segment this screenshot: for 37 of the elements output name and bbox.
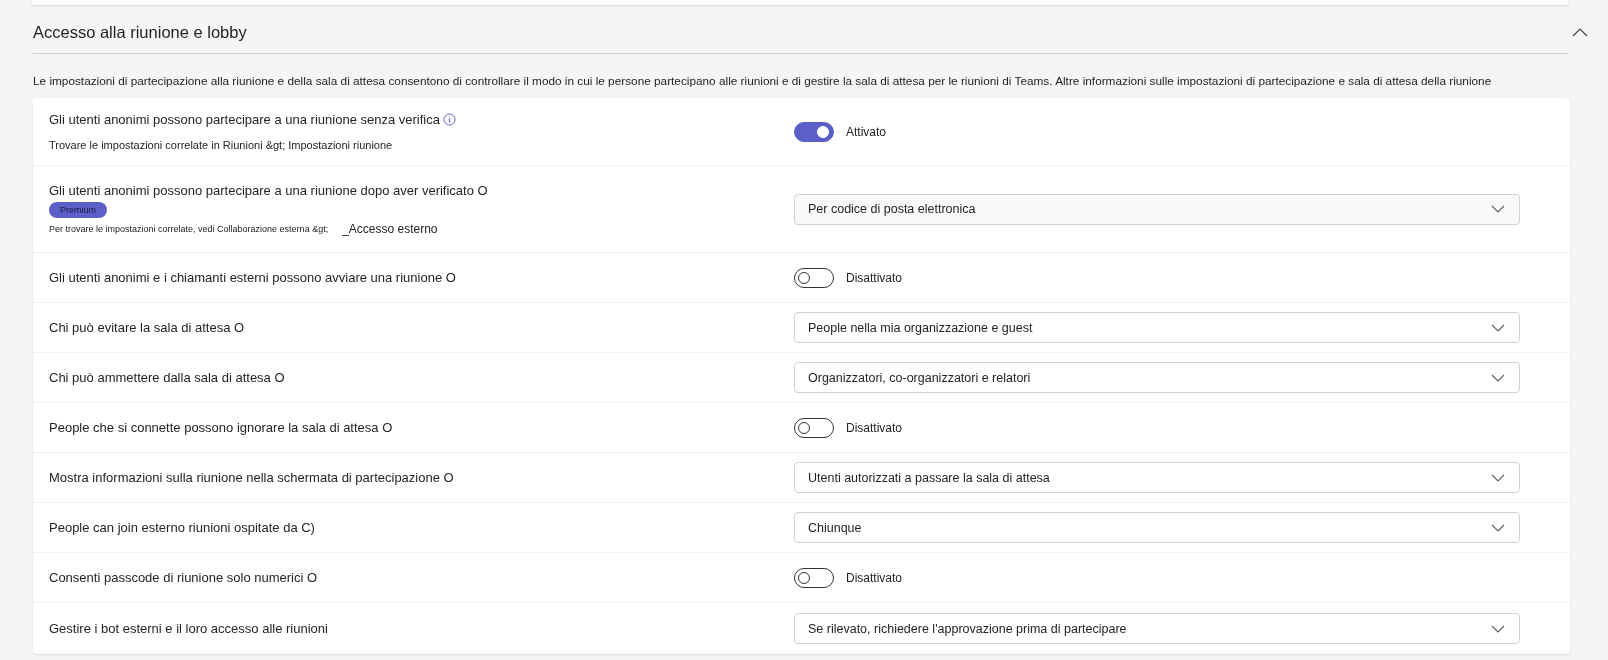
chevron-down-icon [1491,473,1505,482]
setting-label: Gli utenti anonimi possono partecipare a una riunione dopo aver verificato O [49,182,488,198]
related-settings-text: Trovare le impostazioni correlate in Riunioni &gt; Impostazioni riunione [49,139,394,151]
toggle-state: Disattivato [846,270,903,285]
chevron-down-icon [1491,624,1505,633]
setting-label: People che si connette possono ignorare la sala di attesa O [49,420,393,435]
related-settings-link[interactable]: _Accesso esterno [342,221,438,236]
setting-label: Consenti passcode di riunione solo numerici O [49,570,318,585]
setting-label: Chi può ammettere dalla sala di attesa O [49,370,285,385]
dropdown[interactable]: Se rilevato, richiedere l'approvazione prima di partecipare [794,613,1520,644]
info-icon[interactable] [442,113,456,126]
section-description: Le impostazioni di partecipazione alla riunione e della sala di attesa consentono di controllare il modo in cui le persone partecipano alle riunioni e di gestire la sala di attesa per le riunioni di Teams. Altre informazioni sulle impostazioni di partecipazione e sala di attesa della riunione [33,74,1493,88]
dropdown[interactable]: Organizzatori, co-organizzatori e relatori [794,362,1520,393]
toggle-state: Attivato [846,124,887,139]
dropdown[interactable]: Chiunque [794,512,1520,543]
dropdown[interactable]: Per codice di posta elettronica [794,193,1520,225]
dropdown[interactable]: People nella mia organizzazione e guest [794,312,1520,343]
related-settings-text: Per trovare le impostazioni correlate, vedi Collaborazione esterna &gt; [49,223,329,234]
setting-label: Chi può evitare la sala di attesa O [49,320,245,335]
setting-label: Gestire i bot esterni e il loro accesso alle riunioni [49,621,328,636]
chevron-down-icon [1491,523,1505,532]
toggle-state: Disattivato [846,420,903,435]
chevron-down-icon [1491,205,1505,213]
chevron-down-icon [1491,323,1505,332]
setting-label: Gli utenti anonimi e i chiamanti esterni possono avviare una riunione O [49,270,456,285]
premium-badge: Premium [49,201,107,218]
toggle-switch[interactable] [794,417,834,438]
toggle-switch[interactable] [794,567,834,588]
toggle-switch[interactable] [794,267,834,288]
dropdown[interactable]: Utenti autorizzati a passare la sala di attesa [794,462,1520,493]
chevron-down-icon [1491,373,1505,382]
toggle-switch[interactable] [794,121,834,142]
toggle-state: Disattivato [846,570,903,585]
setting-label: People can join esterno riunioni ospitate da C) [49,520,315,535]
setting-label: Gli utenti anonimi possono partecipare a una riunione senza verifica [49,112,440,127]
section-title: Accesso alla riunione e lobby [33,22,247,42]
setting-label: Mostra informazioni sulla riunione nella schermata di partecipazione O [49,470,454,485]
